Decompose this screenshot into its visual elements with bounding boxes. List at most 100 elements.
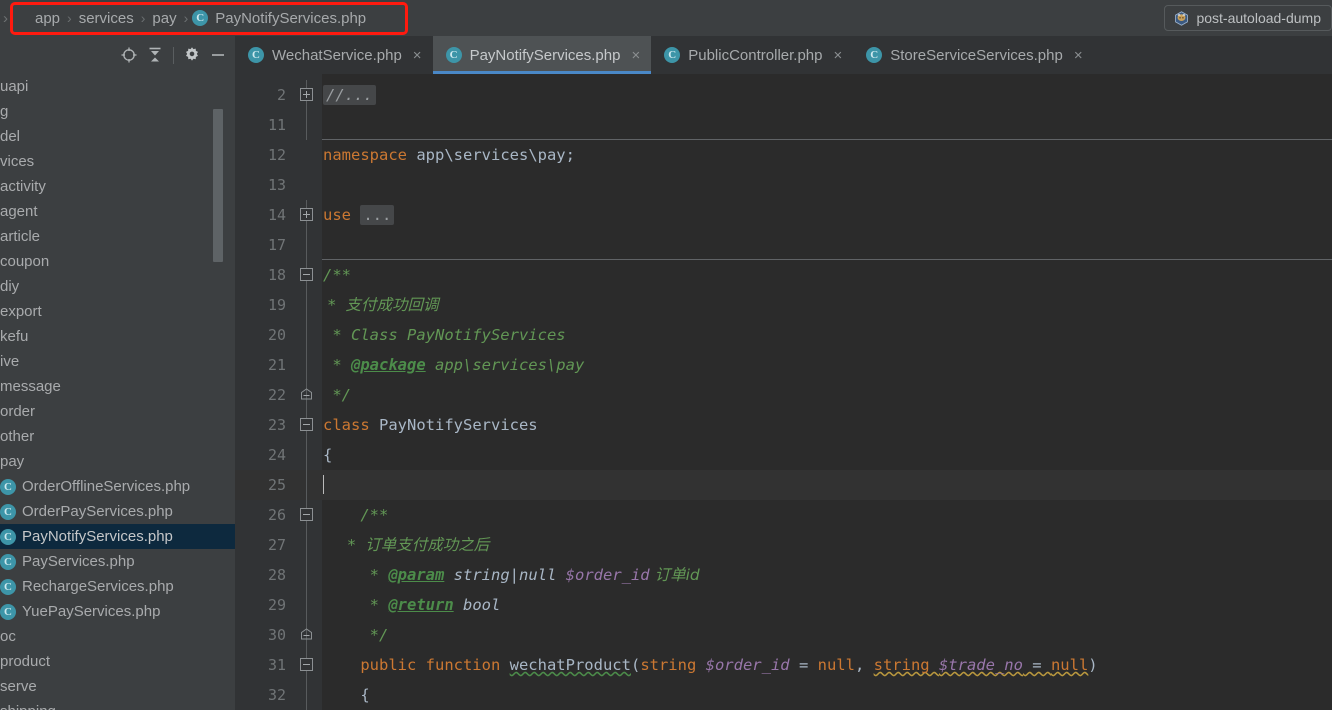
code-line[interactable]: 20 * Class PayNotifyServices xyxy=(235,320,1332,350)
tree-item-label: pay xyxy=(0,453,25,470)
fold-column[interactable] xyxy=(292,500,322,530)
tree-folder-item[interactable]: shipping xyxy=(0,699,235,710)
collapse-fold-icon[interactable] xyxy=(300,418,313,431)
code-line[interactable]: 12 namespace app\services\pay; xyxy=(235,140,1332,170)
code-line[interactable]: 2 //... xyxy=(235,80,1332,110)
fold-region-end-icon[interactable] xyxy=(300,388,313,401)
tree-folder-item[interactable]: vices xyxy=(0,149,235,174)
tree-folder-item[interactable]: kefu xyxy=(0,324,235,349)
tree-folder-item[interactable]: agent xyxy=(0,199,235,224)
collapse-fold-icon[interactable] xyxy=(300,658,313,671)
project-tree-panel[interactable]: uapi g del vices activity agent article coupon d… xyxy=(0,74,235,710)
code-line[interactable]: 21 * @package app\services\pay xyxy=(235,350,1332,380)
tree-folder-item[interactable]: uapi xyxy=(0,74,235,99)
fold-column[interactable] xyxy=(292,380,322,410)
code-line[interactable]: 29 * @return bool xyxy=(235,590,1332,620)
close-icon[interactable]: × xyxy=(833,48,842,63)
code-line[interactable]: 18 /** xyxy=(235,260,1332,290)
tree-folder-item[interactable]: product xyxy=(0,649,235,674)
project-tree-scrollbar[interactable] xyxy=(213,109,223,262)
tree-folder-item[interactable]: message xyxy=(0,374,235,399)
fold-column[interactable] xyxy=(292,650,322,680)
tree-folder-item[interactable]: activity xyxy=(0,174,235,199)
breadcrumb-item-app[interactable]: app xyxy=(28,10,67,27)
tab-wechatservice[interactable]: C WechatService.php × xyxy=(235,36,433,74)
code-line[interactable]: 27 * 订单支付成功之后 xyxy=(235,530,1332,560)
fold-column[interactable] xyxy=(292,680,322,710)
code-line[interactable]: 25 xyxy=(235,470,1332,500)
collapse-fold-icon[interactable] xyxy=(300,508,313,521)
fold-column[interactable] xyxy=(292,170,322,200)
fold-column[interactable] xyxy=(292,440,322,470)
locate-file-button[interactable] xyxy=(116,42,142,68)
tab-storeserviceservices[interactable]: C StoreServiceServices.php × xyxy=(853,36,1093,74)
tree-folder-item[interactable]: diy xyxy=(0,274,235,299)
code-line[interactable]: 30 */ xyxy=(235,620,1332,650)
close-icon[interactable]: × xyxy=(413,48,422,63)
code-line[interactable]: 22 */ xyxy=(235,380,1332,410)
tree-folder-item[interactable]: g xyxy=(0,99,235,124)
tree-folder-item[interactable]: ive xyxy=(0,349,235,374)
fold-column[interactable] xyxy=(292,110,322,140)
fold-column[interactable] xyxy=(292,530,322,560)
code-line[interactable]: 26 /** xyxy=(235,500,1332,530)
fold-column[interactable] xyxy=(292,230,322,260)
fold-column[interactable] xyxy=(292,590,322,620)
tree-folder-item[interactable]: pay xyxy=(0,449,235,474)
tree-folder-item[interactable]: oc xyxy=(0,624,235,649)
tree-folder-item[interactable]: other xyxy=(0,424,235,449)
tree-file-item[interactable]: C PayNotifyServices.php xyxy=(0,524,235,549)
tree-file-item[interactable]: C OrderPayServices.php xyxy=(0,499,235,524)
tree-folder-item[interactable]: del xyxy=(0,124,235,149)
fold-column[interactable] xyxy=(292,470,322,500)
expand-fold-icon[interactable] xyxy=(300,88,313,101)
code-line[interactable]: 19 * 支付成功回调 xyxy=(235,290,1332,320)
code-editor[interactable]: 2 //... 11 12 namespace app\services\pay; 13 1… xyxy=(235,74,1332,710)
code-line[interactable]: 14 use ... xyxy=(235,200,1332,230)
code-line[interactable]: 31 public function wechatProduct(string … xyxy=(235,650,1332,680)
tree-file-item[interactable]: C OrderOfflineServices.php xyxy=(0,474,235,499)
code-line[interactable]: 13 xyxy=(235,170,1332,200)
breadcrumb-item-pay[interactable]: pay xyxy=(145,10,183,27)
fold-column[interactable] xyxy=(292,80,322,110)
collapse-all-button[interactable] xyxy=(142,42,168,68)
fold-column[interactable] xyxy=(292,320,322,350)
php-class-icon: C xyxy=(0,578,16,595)
tab-publiccontroller[interactable]: C PublicController.php × xyxy=(651,36,853,74)
settings-button[interactable] xyxy=(179,42,205,68)
close-icon[interactable]: × xyxy=(1074,48,1083,63)
fold-column[interactable] xyxy=(292,200,322,230)
code-line[interactable]: 24 { xyxy=(235,440,1332,470)
code-line[interactable]: 11 xyxy=(235,110,1332,140)
collapse-fold-icon[interactable] xyxy=(300,268,313,281)
fold-column[interactable] xyxy=(292,290,322,320)
breadcrumb[interactable]: app › services › pay › C PayNotifyServic… xyxy=(10,0,373,36)
tree-folder-item[interactable]: export xyxy=(0,299,235,324)
breadcrumb-item-services[interactable]: services xyxy=(72,10,141,27)
tree-folder-item[interactable]: order xyxy=(0,399,235,424)
tree-file-item[interactable]: C PayServices.php xyxy=(0,549,235,574)
tree-folder-item[interactable]: article xyxy=(0,224,235,249)
tree-file-item[interactable]: C YuePayServices.php xyxy=(0,599,235,624)
fold-column[interactable] xyxy=(292,410,322,440)
tree-file-item[interactable]: C RechargeServices.php xyxy=(0,574,235,599)
expand-fold-icon[interactable] xyxy=(300,208,313,221)
code-text: * 支付成功回调 xyxy=(323,296,439,314)
run-configuration-selector[interactable]: post-autoload-dump xyxy=(1164,5,1332,31)
close-icon[interactable]: × xyxy=(631,48,640,63)
fold-column[interactable] xyxy=(292,260,322,290)
tab-paynotifyservices[interactable]: C PayNotifyServices.php × xyxy=(432,36,652,74)
code-line[interactable]: 28 * @param string|null $order_id 订单id xyxy=(235,560,1332,590)
tree-folder-item[interactable]: coupon xyxy=(0,249,235,274)
code-line[interactable]: 17 xyxy=(235,230,1332,260)
fold-column[interactable] xyxy=(292,560,322,590)
code-line[interactable]: 32 { xyxy=(235,680,1332,710)
hide-panel-button[interactable] xyxy=(205,42,231,68)
breadcrumb-item-file[interactable]: C PayNotifyServices.php xyxy=(188,10,373,27)
tree-folder-item[interactable]: serve xyxy=(0,674,235,699)
fold-column[interactable] xyxy=(292,350,322,380)
fold-column[interactable] xyxy=(292,620,322,650)
fold-region-end-icon[interactable] xyxy=(300,628,313,641)
fold-column[interactable] xyxy=(292,140,322,170)
code-line[interactable]: 23 class PayNotifyServices xyxy=(235,410,1332,440)
